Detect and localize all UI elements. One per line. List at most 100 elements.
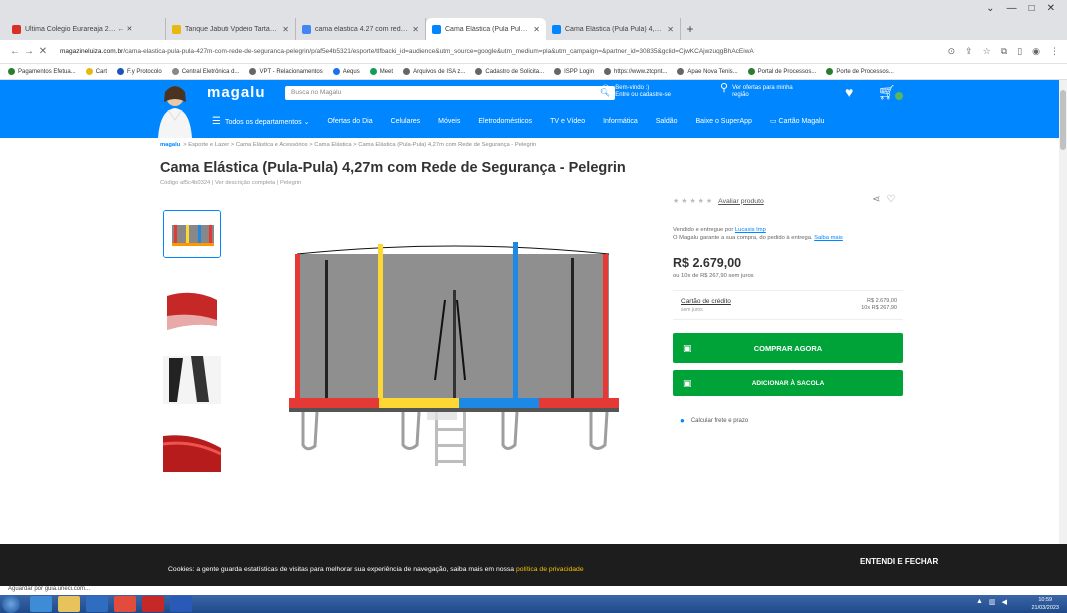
bookmark-icon (475, 68, 483, 75)
thumbnail-1[interactable] (163, 210, 221, 258)
bookmark-item[interactable]: Cadastro de Solicita... (475, 68, 544, 75)
scrollbar-thumb[interactable] (1060, 90, 1066, 150)
back-icon[interactable]: ← (8, 46, 22, 57)
share-icon[interactable]: ⇪ (965, 46, 973, 57)
accept-cookies-button[interactable]: ENTENDI E FECHAR (860, 557, 938, 566)
guarantee-link[interactable]: Saiba mais (814, 235, 843, 241)
bookmark-label: Pagamentos Efetua... (18, 68, 76, 75)
vertical-scrollbar[interactable] (1059, 80, 1067, 544)
window-controls: ⌄ — □ ✕ (986, 3, 1055, 14)
menu-icon: ☰ (212, 115, 221, 127)
minimize-icon[interactable]: — (1007, 3, 1017, 14)
folder-icon[interactable] (58, 596, 80, 612)
clock[interactable]: 10:59 21/03/2023 (1031, 596, 1059, 612)
nav-item[interactable]: Informática (603, 118, 638, 125)
browser-tab[interactable]: Tanque Jabuti Vpdeio Tartarugo ✕ (166, 18, 296, 40)
magalu-logo[interactable]: magalu (207, 84, 266, 101)
bookmark-item[interactable]: Apae Nova Tenis... (677, 68, 738, 75)
favicon-icon (432, 24, 441, 34)
rate-product-link[interactable]: Avaliar produto (718, 198, 764, 205)
thumbnail-3[interactable] (163, 356, 221, 404)
browser-tab[interactable]: Ultima Colegio Eurareaja 2… ← ✕ (6, 18, 166, 40)
volume-icon[interactable]: ◀ (1002, 598, 1007, 606)
add-to-bag-button[interactable]: ▣ ADICIONAR À SACOLA (673, 370, 903, 396)
reload-icon[interactable]: ✕ (36, 46, 50, 57)
tab-label: Cama Elástica (Pula Pula) 4,27m (445, 25, 529, 33)
close-icon[interactable]: ✕ (667, 25, 674, 34)
bookmarks-bar: Pagamentos Efetua... Cart F.y Protocolo … (0, 64, 1067, 80)
bookmark-icon (369, 68, 377, 75)
privacy-policy-link[interactable]: política de privacidade (516, 566, 584, 573)
sidepanel-icon[interactable]: ▯ (1017, 46, 1022, 57)
url-field[interactable]: magazineluiza.com.br/cama-elastica-pula-… (60, 48, 938, 55)
browser-tab[interactable]: Cama Elástica (Pula Pula) 4,27… ✕ (546, 18, 681, 40)
star-icon[interactable]: ☆ (983, 46, 991, 57)
window-menu-icon[interactable]: ⌄ (986, 3, 994, 14)
thumbnail-4[interactable] (163, 428, 221, 476)
bookmark-item[interactable]: Portal de Processos... (747, 68, 817, 75)
thumbnail-2[interactable] (163, 286, 221, 334)
nav-item[interactable]: Baixe o SuperApp (696, 118, 752, 125)
heart-icon[interactable]: ♥ (845, 84, 853, 100)
payment-option-card[interactable]: Cartão de crédito sem juros R$ 2.679,00 … (673, 290, 903, 320)
maximize-icon[interactable]: □ (1029, 3, 1035, 14)
nav-item[interactable]: Móveis (438, 118, 460, 125)
breadcrumb-path[interactable]: > Esporte e Lazer > Cama Elástica e Aces… (183, 142, 536, 148)
ie-icon[interactable] (30, 596, 52, 612)
nav-item[interactable]: Ofertas do Dia (327, 118, 372, 125)
bookmark-item[interactable]: https://www.ztcpnt... (604, 68, 667, 75)
close-icon[interactable]: ✕ (533, 25, 540, 34)
new-tab-button[interactable]: + (681, 18, 699, 40)
menu-icon[interactable]: ⋮ (1050, 46, 1059, 57)
buy-now-button[interactable]: ▣ COMPRAR AGORA (673, 333, 903, 363)
heart-outline-icon[interactable]: ♡ (886, 194, 895, 205)
chrome-icon[interactable] (114, 596, 136, 612)
freight-calculator[interactable]: ● Calcular frete e prazo (680, 416, 748, 425)
close-window-icon[interactable]: ✕ (1047, 3, 1055, 14)
thumbnail-detail-image (163, 356, 221, 404)
browser-tab-active[interactable]: Cama Elástica (Pula Pula) 4,27m ✕ (426, 18, 546, 40)
nav-cartao-magalu[interactable]: ▭ Cartão Magalu (770, 117, 824, 125)
lens-icon[interactable]: ⊙ (948, 46, 956, 57)
acrobat-icon[interactable] (142, 596, 164, 612)
cart-icon[interactable]: 🛒︎ (878, 84, 896, 101)
nav-item[interactable]: Saldão (656, 118, 678, 125)
login-link[interactable]: ☺ Bem-vindo :) Entre ou cadastre-se (600, 83, 671, 99)
bookmark-item[interactable]: Pagamentos Efetua... (8, 68, 76, 75)
start-button[interactable] (2, 595, 20, 613)
bookmark-item[interactable]: ISPP Login (554, 68, 594, 75)
bookmark-item[interactable]: Aequs (332, 68, 360, 75)
tray-icon[interactable]: ▲ (976, 598, 983, 606)
breadcrumb-home[interactable]: magalu (160, 142, 180, 148)
close-icon[interactable]: ✕ (412, 25, 419, 34)
bookmark-item[interactable]: VPT - Relacionamentos (249, 68, 323, 75)
bookmark-item[interactable]: Arquivos de ISA z... (403, 68, 465, 75)
profile-icon[interactable]: ◉ (1032, 46, 1040, 57)
nav-all-departments[interactable]: ☰ Todos os departamentos ⌄ (212, 116, 309, 127)
taskbar: ▲ ▥ ◀ 10:59 21/03/2023 (0, 595, 1067, 613)
tab-label: Tanque Jabuti Vpdeio Tartarugo (185, 25, 279, 33)
bookmark-item[interactable]: Central Eletrônica d... (171, 68, 239, 75)
bookmark-item[interactable]: Meet (369, 68, 393, 75)
product-code: Código af5c4b0324 | Ver descrição comple… (160, 180, 302, 186)
close-icon[interactable]: ✕ (282, 25, 289, 34)
browser-tab[interactable]: cama elastica 4.27 com rede seg ✕ (296, 18, 426, 40)
bookmark-item[interactable]: F.y Protocolo (117, 68, 162, 75)
outlook-icon[interactable] (86, 596, 108, 612)
nav-item[interactable]: TV e Vídeo (550, 118, 585, 125)
bookmark-label: Portal de Processos... (757, 68, 817, 75)
nav-item[interactable]: Celulares (391, 118, 421, 125)
bookmark-icon (85, 68, 93, 75)
location-link[interactable]: ⚲ Ver ofertas para minha região (720, 83, 793, 99)
bookmark-item[interactable]: Porte de Processos... (826, 68, 894, 75)
forward-icon[interactable]: → (22, 46, 36, 57)
word-icon[interactable] (170, 596, 192, 612)
seller-link[interactable]: Lucaxis Imp (735, 227, 766, 233)
search-input[interactable]: Busca no Magalu 🔍︎ (285, 86, 615, 100)
bookmark-item[interactable]: Cart (85, 68, 107, 75)
nav-item[interactable]: Eletrodomésticos (478, 118, 532, 125)
extensions-icon[interactable]: ⧉ (1001, 46, 1007, 57)
share-icon[interactable]: ⋖ (872, 194, 880, 205)
network-icon[interactable]: ▥ (989, 598, 996, 606)
product-price: R$ 2.679,00 (673, 256, 742, 270)
